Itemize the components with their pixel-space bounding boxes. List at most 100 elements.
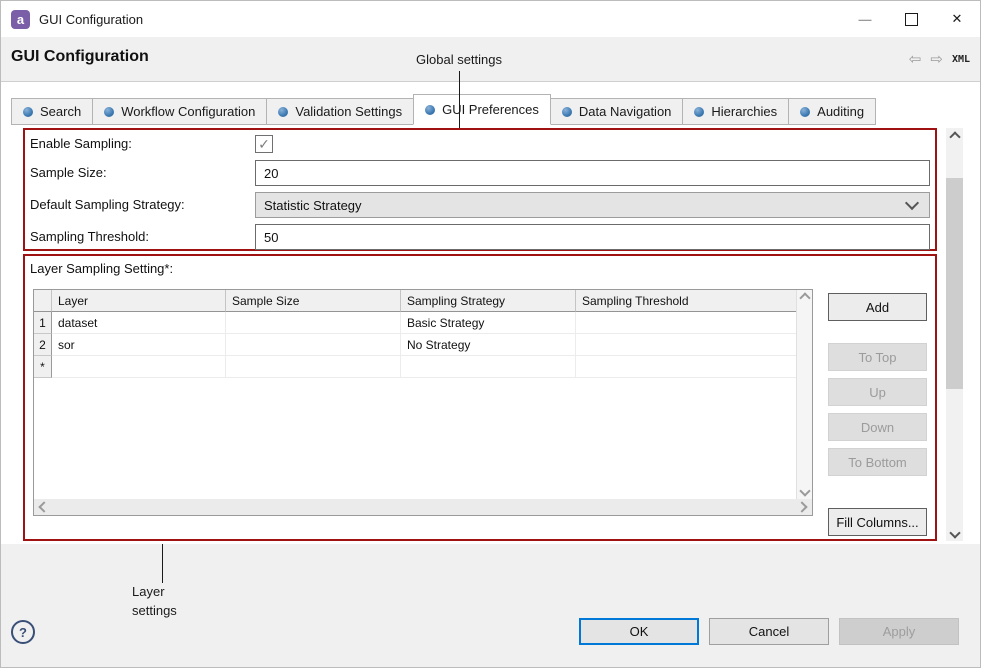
row-number-cell: 2 (34, 334, 52, 356)
main-vertical-scrollbar[interactable] (946, 128, 963, 541)
close-button[interactable]: ✕ (934, 1, 980, 37)
xml-button[interactable]: XML (952, 54, 970, 65)
table-vertical-scrollbar[interactable] (796, 290, 812, 499)
tab-dot-icon (23, 107, 33, 117)
scroll-down-icon (949, 527, 960, 538)
sampling-threshold-input[interactable]: 50 (255, 224, 930, 250)
tab-auditing[interactable]: Auditing (788, 98, 876, 125)
tab-label: Workflow Configuration (121, 104, 255, 119)
scroll-right-icon[interactable] (796, 501, 807, 512)
tab-hierarchies[interactable]: Hierarchies (682, 98, 789, 125)
title-bar: a GUI Configuration — ✕ (1, 1, 980, 37)
scroll-down-button[interactable] (946, 524, 963, 541)
cell-layer[interactable]: dataset (52, 312, 226, 334)
cell-sampling-strategy[interactable]: Basic Strategy (401, 312, 576, 334)
tab-dot-icon (800, 107, 810, 117)
row-number-cell: * (34, 356, 52, 378)
selected-strategy-value: Statistic Strategy (264, 198, 362, 213)
sample-size-row: Sample Size: 20 (25, 159, 935, 186)
maximize-button[interactable] (888, 1, 934, 37)
global-settings-highlight-box: Enable Sampling: ✓ Sample Size: 20 Defau… (23, 128, 937, 251)
scroll-down-icon[interactable] (799, 485, 810, 496)
tab-dot-icon (694, 107, 704, 117)
cell-sample-size[interactable] (226, 312, 401, 334)
table-horizontal-scrollbar[interactable] (34, 499, 812, 515)
scroll-up-icon (949, 131, 960, 142)
tab-workflow-configuration[interactable]: Workflow Configuration (92, 98, 267, 125)
tab-data-navigation[interactable]: Data Navigation (550, 98, 684, 125)
default-strategy-row: Default Sampling Strategy: Statistic Str… (25, 191, 935, 218)
tab-label: Auditing (817, 104, 864, 119)
tab-label: Hierarchies (711, 104, 777, 119)
minimize-button[interactable]: — (842, 1, 888, 37)
layer-sampling-setting-label: Layer Sampling Setting*: (30, 261, 173, 276)
tab-label: Data Navigation (579, 104, 672, 119)
cell-sampling-threshold[interactable] (576, 356, 796, 378)
enable-sampling-checkbox[interactable]: ✓ (255, 135, 273, 153)
cell-sampling-threshold[interactable] (576, 334, 796, 356)
cell-sampling-threshold[interactable] (576, 312, 796, 334)
scroll-up-icon[interactable] (799, 292, 810, 303)
header-toolbar: ⇦ ⇨ XML (909, 37, 970, 81)
sampling-threshold-label: Sampling Threshold: (30, 229, 149, 244)
cell-sample-size[interactable] (226, 334, 401, 356)
tab-dot-icon (562, 107, 572, 117)
gui-configuration-dialog: a GUI Configuration — ✕ GUI Configuratio… (0, 0, 981, 668)
tab-search[interactable]: Search (11, 98, 93, 125)
enable-sampling-label: Enable Sampling: (30, 136, 132, 151)
check-icon: ✓ (258, 136, 270, 153)
close-icon: ✕ (952, 11, 963, 27)
scroll-left-icon[interactable] (38, 501, 49, 512)
tab-bar: Search Workflow Configuration Validation… (11, 94, 875, 125)
tab-label: Validation Settings (295, 104, 402, 119)
forward-arrow-icon[interactable]: ⇨ (930, 52, 943, 67)
app-logo-icon: a (11, 10, 30, 29)
tab-label: Search (40, 104, 81, 119)
sample-size-input[interactable]: 20 (255, 160, 930, 186)
enable-sampling-row: Enable Sampling: ✓ (25, 132, 935, 156)
layer-settings-highlight-box: Layer Sampling Setting*: Layer Sample Si… (23, 254, 937, 541)
back-arrow-icon[interactable]: ⇦ (909, 52, 922, 67)
cell-sampling-strategy[interactable]: No Strategy (401, 334, 576, 356)
tab-validation-settings[interactable]: Validation Settings (266, 98, 414, 125)
column-header-sampling-strategy[interactable]: Sampling Strategy (401, 290, 576, 312)
cell-sampling-strategy[interactable] (401, 356, 576, 378)
layer-sampling-table: Layer Sample Size Sampling Strategy Samp… (33, 289, 813, 516)
cell-sample-size[interactable] (226, 356, 401, 378)
scrollbar-thumb[interactable] (946, 178, 963, 389)
sampling-threshold-row: Sampling Threshold: 50 (25, 223, 935, 250)
layer-settings-callout-line (162, 544, 163, 583)
up-button[interactable]: Up (828, 378, 927, 406)
question-mark-icon: ? (19, 625, 27, 640)
default-sampling-strategy-label: Default Sampling Strategy: (30, 197, 185, 212)
cancel-button[interactable]: Cancel (709, 618, 829, 645)
maximize-icon (905, 13, 918, 26)
apply-button[interactable]: Apply (839, 618, 959, 645)
to-top-button[interactable]: To Top (828, 343, 927, 371)
table-grid: Layer Sample Size Sampling Strategy Samp… (34, 290, 796, 378)
sample-size-label: Sample Size: (30, 165, 107, 180)
cell-layer[interactable]: sor (52, 334, 226, 356)
tab-gui-preferences[interactable]: GUI Preferences (413, 94, 551, 125)
chevron-down-icon (905, 196, 919, 210)
tab-dot-icon (425, 105, 435, 115)
tab-dot-icon (278, 107, 288, 117)
window-title: GUI Configuration (39, 12, 143, 27)
cell-layer[interactable] (52, 356, 226, 378)
default-sampling-strategy-select[interactable]: Statistic Strategy (255, 192, 930, 218)
column-header-sampling-threshold[interactable]: Sampling Threshold (576, 290, 796, 312)
layer-settings-annotation: Layer settings (132, 582, 196, 620)
tab-label: GUI Preferences (442, 102, 539, 117)
ok-button[interactable]: OK (579, 618, 699, 645)
fill-columns-button[interactable]: Fill Columns... (828, 508, 927, 536)
add-button[interactable]: Add (828, 293, 927, 321)
scroll-up-button[interactable] (946, 128, 963, 145)
column-header-sample-size[interactable]: Sample Size (226, 290, 401, 312)
column-header-layer[interactable]: Layer (52, 290, 226, 312)
page-title: GUI Configuration (11, 48, 149, 66)
help-button[interactable]: ? (11, 620, 35, 644)
down-button[interactable]: Down (828, 413, 927, 441)
row-number-cell: 1 (34, 312, 52, 334)
window-controls: — ✕ (842, 1, 980, 37)
to-bottom-button[interactable]: To Bottom (828, 448, 927, 476)
